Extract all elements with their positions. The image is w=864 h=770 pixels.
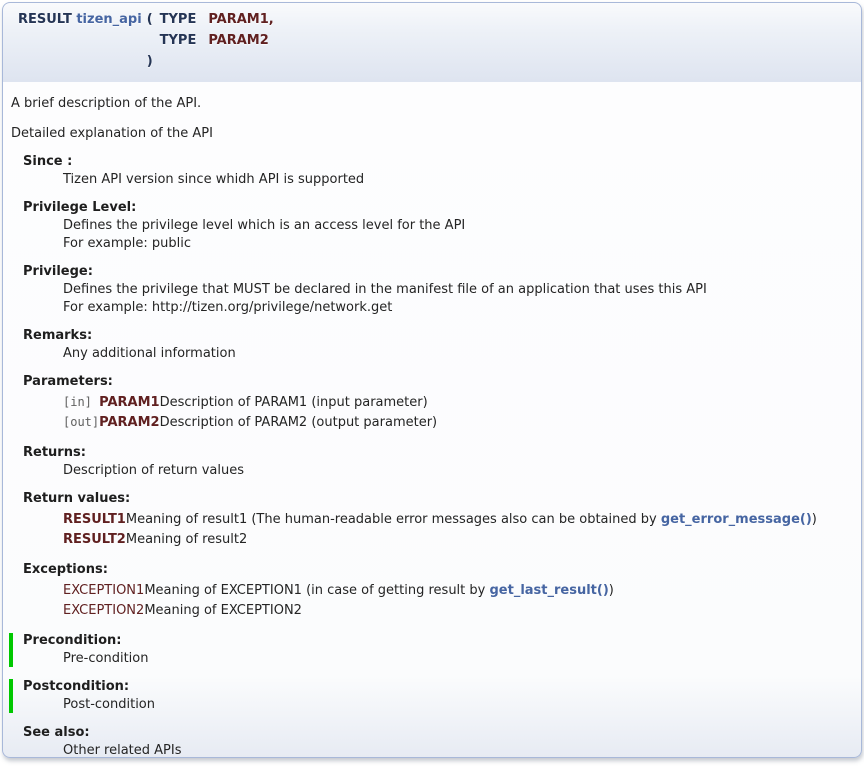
- section-see-also: See also: Other related APIs: [23, 725, 851, 758]
- section-privilege: Privilege: Defines the privilege that MU…: [23, 264, 851, 316]
- signature-row: RESULT tizen_api ( TYPE PARAM1,: [18, 10, 274, 31]
- exception-row: EXCEPTION2 Meaning of EXCEPTION2: [63, 601, 614, 621]
- result-description: Meaning of result2: [126, 530, 817, 550]
- detailed-description: Detailed explanation of the API: [11, 126, 851, 142]
- exception-description: Meaning of EXCEPTION2: [144, 601, 614, 621]
- section-privilege-level: Privilege Level: Defines the privilege l…: [23, 200, 851, 252]
- return-type: RESULT: [18, 12, 72, 27]
- exception-name: EXCEPTION1: [63, 581, 144, 601]
- param-name: PARAM1: [99, 393, 159, 413]
- param-type: TYPE: [160, 31, 209, 52]
- param-description: Description of PARAM2 (output parameter): [160, 413, 438, 433]
- section-line: Any additional information: [63, 346, 851, 362]
- section-line: For example: http://tizen.org/privilege/…: [63, 300, 851, 316]
- exceptions-table: EXCEPTION1 Meaning of EXCEPTION1 (in cas…: [63, 581, 614, 621]
- result-name: RESULT2: [63, 530, 126, 550]
- section-line: Pre-condition: [63, 651, 851, 667]
- result-description-text: ): [812, 512, 817, 527]
- api-doc-body: A brief description of the API. Detailed…: [2, 82, 862, 758]
- function-name-link[interactable]: tizen_api: [76, 12, 141, 27]
- last-result-link[interactable]: get_last_result(): [489, 583, 608, 598]
- section-exceptions: Exceptions: EXCEPTION1 Meaning of EXCEPT…: [23, 562, 851, 621]
- section-line: Defines the privilege that MUST be decla…: [63, 282, 851, 298]
- return-values-table: RESULT1 Meaning of result1 (The human-re…: [63, 510, 817, 550]
- section-line: Defines the privilege level which is an …: [63, 218, 851, 234]
- close-paren: ): [147, 52, 160, 73]
- exception-description: Meaning of EXCEPTION1 (in case of gettin…: [144, 581, 614, 601]
- error-message-link[interactable]: get_error_message(): [661, 512, 812, 527]
- param-type: TYPE: [160, 10, 209, 31]
- exceptions-heading: Exceptions:: [23, 562, 851, 578]
- return-value-row: RESULT1 Meaning of result1 (The human-re…: [63, 510, 817, 530]
- param-description: Description of PARAM1 (input parameter): [160, 393, 438, 413]
- section-since: Since : Tizen API version since whidh AP…: [23, 154, 851, 188]
- open-paren: (: [147, 10, 160, 31]
- param-name: PARAM2: [208, 31, 273, 52]
- returns-heading: Returns:: [23, 445, 851, 461]
- section-postcondition: Postcondition: Post-condition: [9, 679, 851, 713]
- param-direction: [out]: [63, 413, 99, 433]
- brief-description: A brief description of the API.: [11, 96, 851, 112]
- remarks-heading: Remarks:: [23, 328, 851, 344]
- privilege-level-heading: Privilege Level:: [23, 200, 851, 216]
- section-returns: Returns: Description of return values: [23, 445, 851, 479]
- return-value-row: RESULT2 Meaning of result2: [63, 530, 817, 550]
- section-line: Other related APIs: [63, 743, 851, 758]
- section-remarks: Remarks: Any additional information: [23, 328, 851, 362]
- result-description-text: Meaning of result2: [126, 532, 247, 547]
- see-also-heading: See also:: [23, 725, 851, 741]
- exception-name: EXCEPTION2: [63, 601, 144, 621]
- postcondition-heading: Postcondition:: [23, 679, 851, 695]
- signature-row: ): [18, 52, 274, 73]
- parameters-heading: Parameters:: [23, 374, 851, 390]
- privilege-heading: Privilege:: [23, 264, 851, 280]
- exception-row: EXCEPTION1 Meaning of EXCEPTION1 (in cas…: [63, 581, 614, 601]
- parameter-row: [out] PARAM2 Description of PARAM2 (outp…: [63, 413, 437, 433]
- api-signature-header: RESULT tizen_api ( TYPE PARAM1, TYPE PAR…: [2, 2, 862, 82]
- api-documentation-panel: RESULT tizen_api ( TYPE PARAM1, TYPE PAR…: [2, 2, 862, 758]
- parameter-row: [in] PARAM1 Description of PARAM1 (input…: [63, 393, 437, 413]
- exception-description-text: Meaning of EXCEPTION2: [144, 603, 302, 618]
- signature-table: RESULT tizen_api ( TYPE PARAM1, TYPE PAR…: [18, 10, 274, 73]
- result-description-text: Meaning of result1 (The human-readable e…: [126, 512, 661, 527]
- param-name: PARAM2: [99, 413, 159, 433]
- section-line: Tizen API version since whidh API is sup…: [63, 172, 851, 188]
- result-name: RESULT1: [63, 510, 126, 530]
- param-direction: [in]: [63, 393, 99, 413]
- section-line: For example: public: [63, 236, 851, 252]
- result-description: Meaning of result1 (The human-readable e…: [126, 510, 817, 530]
- signature-row: TYPE PARAM2: [18, 31, 274, 52]
- section-parameters: Parameters: [in] PARAM1 Description of P…: [23, 374, 851, 433]
- section-return-values: Return values: RESULT1 Meaning of result…: [23, 491, 851, 550]
- section-line: Description of return values: [63, 463, 851, 479]
- section-precondition: Precondition: Pre-condition: [9, 633, 851, 667]
- exception-description-text: Meaning of EXCEPTION1 (in case of gettin…: [144, 583, 489, 598]
- precondition-heading: Precondition:: [23, 633, 851, 649]
- exception-description-text: ): [609, 583, 614, 598]
- parameters-table: [in] PARAM1 Description of PARAM1 (input…: [63, 393, 437, 433]
- section-line: Post-condition: [63, 697, 851, 713]
- param-name: PARAM1,: [208, 10, 273, 31]
- since-heading: Since :: [23, 154, 851, 170]
- return-values-heading: Return values:: [23, 491, 851, 507]
